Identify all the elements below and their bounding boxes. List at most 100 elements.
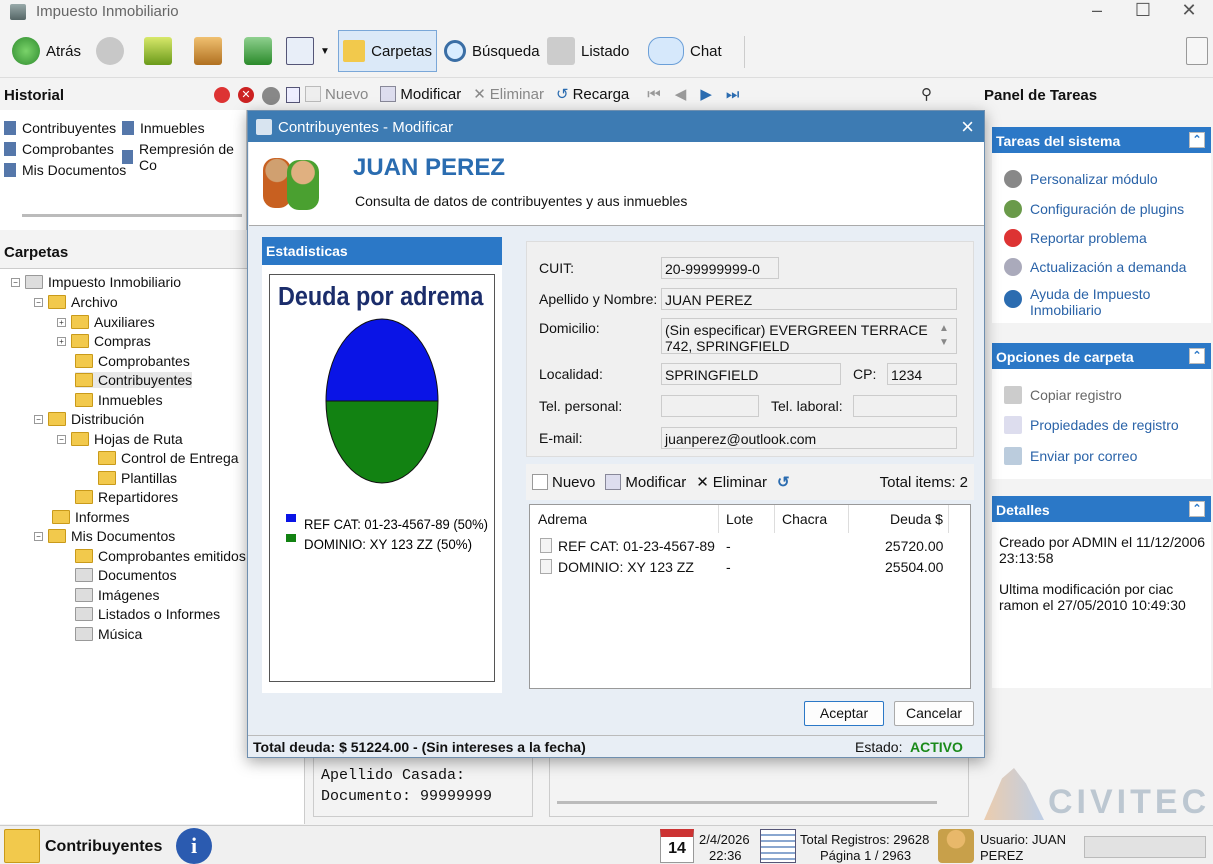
search-button[interactable]: Búsqueda xyxy=(440,30,544,72)
list-button[interactable]: Listado xyxy=(543,30,633,72)
view-menu-button[interactable]: ▼ xyxy=(282,30,334,72)
tree-node[interactable]: Inmuebles xyxy=(75,392,163,408)
new-property-button[interactable]: Nuevo xyxy=(532,474,595,491)
back-button[interactable]: Atrás xyxy=(8,30,85,72)
collapse-icon[interactable]: ⌃ xyxy=(1189,132,1205,148)
remove-icon[interactable] xyxy=(214,87,230,103)
task-report-problem[interactable]: Reportar problema xyxy=(1004,229,1147,247)
history-item[interactable]: Inmuebles xyxy=(122,120,205,136)
tree-node[interactable]: Comprobantes emitidos xyxy=(75,548,246,564)
tree-node[interactable]: + Auxiliares xyxy=(57,314,155,330)
cuit-field[interactable]: 20-99999999-0 xyxy=(661,257,779,279)
tree-node[interactable]: Listados o Informes xyxy=(75,606,220,622)
folder-options-header[interactable]: Opciones de carpeta ⌃ xyxy=(992,343,1211,369)
info-icon[interactable]: i xyxy=(176,828,212,864)
tree-node[interactable]: − Archivo xyxy=(34,294,118,310)
up-button[interactable] xyxy=(140,30,176,72)
last-page-icon[interactable]: ⏭ xyxy=(726,86,740,103)
col-header-deuda[interactable]: Deuda $ xyxy=(890,511,943,527)
tree-node[interactable]: Control de Entrega xyxy=(98,450,239,466)
name-field[interactable]: JUAN PEREZ xyxy=(661,288,957,310)
minimize-button[interactable]: – xyxy=(1074,0,1120,22)
history-item[interactable]: Rempresión de Co xyxy=(122,141,246,173)
details-header[interactable]: Detalles ⌃ xyxy=(992,496,1211,522)
gear-icon[interactable] xyxy=(262,87,280,105)
folders-button[interactable]: Carpetas xyxy=(338,30,437,72)
tel-laboral-field[interactable] xyxy=(853,395,957,417)
title-bar: Impuesto Inmobiliario – ☐ ✕ xyxy=(0,0,1213,24)
table-row[interactable]: REF CAT: 01-23-4567-89 - 25720.00 xyxy=(530,535,970,555)
home-button[interactable] xyxy=(190,30,226,72)
delete-property-button[interactable]: ✕ Eliminar xyxy=(696,473,767,492)
history-scrollbar[interactable] xyxy=(22,214,242,217)
task-plugin-config[interactable]: Configuración de plugins xyxy=(1004,200,1184,218)
address-field[interactable]: (Sin especificar) EVERGREEN TERRACE 742,… xyxy=(661,318,957,354)
tree-node[interactable]: Informes xyxy=(52,509,129,525)
add-note-button[interactable] xyxy=(1182,30,1212,72)
tree-node[interactable]: Comprobantes xyxy=(75,353,190,369)
tree-node[interactable]: Repartidores xyxy=(75,489,178,505)
historial-panel: Contribuyentes Inmuebles Comprobantes Re… xyxy=(0,110,247,230)
cancel-button[interactable]: Cancelar xyxy=(894,701,974,726)
next-page-icon[interactable]: ▶ xyxy=(700,85,712,103)
close-window-button[interactable]: ✕ xyxy=(1166,0,1212,22)
new-record-button[interactable]: Nuevo xyxy=(305,86,368,103)
collapse-icon[interactable]: ⌃ xyxy=(1189,348,1205,364)
update-icon xyxy=(1004,258,1022,276)
tree-node[interactable]: Música xyxy=(75,626,142,642)
binoculars-icon[interactable]: ⚲ xyxy=(921,85,932,103)
tree-node[interactable]: − Distribución xyxy=(34,411,144,427)
email-field[interactable]: juanperez@outlook.com xyxy=(661,427,957,449)
reload-properties-button[interactable]: ↺ xyxy=(777,473,790,491)
detail-scrollbar[interactable] xyxy=(557,801,937,804)
forward-button[interactable] xyxy=(92,30,128,72)
folder-icon xyxy=(98,471,116,485)
history-item[interactable]: Comprobantes xyxy=(4,141,114,157)
col-header-chacra[interactable]: Chacra xyxy=(782,511,827,527)
tel-personal-field[interactable] xyxy=(661,395,759,417)
task-send-mail[interactable]: Enviar por correo xyxy=(1004,447,1137,465)
tree-node-selected[interactable]: Contribuyentes xyxy=(75,372,193,388)
music-icon xyxy=(75,627,93,641)
tree-node[interactable]: − Hojas de Ruta xyxy=(57,431,183,447)
modified-info: Ultima modificación por ciac ramon el 27… xyxy=(999,581,1186,613)
pin-icon[interactable] xyxy=(286,87,300,103)
edit-icon xyxy=(605,474,622,490)
tree-node[interactable]: Imágenes xyxy=(75,587,159,603)
dialog-close-button[interactable]: × xyxy=(961,114,974,140)
history-item[interactable]: Contribuyentes xyxy=(4,120,116,136)
first-page-icon[interactable]: ⏮ xyxy=(647,86,661,103)
tree-node[interactable]: Plantillas xyxy=(98,470,177,486)
chat-button[interactable]: Chat xyxy=(644,30,726,72)
tree-node[interactable]: Documentos xyxy=(75,567,177,583)
mail-icon xyxy=(1004,447,1022,465)
prev-page-icon[interactable]: ◀ xyxy=(675,85,687,103)
clear-icon[interactable]: ✕ xyxy=(238,87,254,103)
refresh-button[interactable] xyxy=(240,30,276,72)
new-icon xyxy=(305,86,321,102)
tree-node-root[interactable]: − Impuesto Inmobiliario xyxy=(11,274,181,290)
task-copy-record[interactable]: Copiar registro xyxy=(1004,386,1122,404)
tree-node[interactable]: + Compras xyxy=(57,333,151,349)
cp-field[interactable]: 1234 xyxy=(887,363,957,385)
col-header-adrema[interactable]: Adrema xyxy=(538,511,587,527)
delete-record-button[interactable]: ✕ Eliminar xyxy=(473,85,544,104)
task-record-properties[interactable]: Propiedades de registro xyxy=(1004,416,1179,434)
reload-button[interactable]: ↺ Recarga xyxy=(556,85,629,104)
task-customize-module[interactable]: Personalizar módulo xyxy=(1004,170,1158,188)
maximize-button[interactable]: ☐ xyxy=(1120,0,1166,22)
accept-button[interactable]: Aceptar xyxy=(804,701,884,726)
col-header-lote[interactable]: Lote xyxy=(726,511,753,527)
history-item[interactable]: Mis Documentos xyxy=(4,162,126,178)
historial-title: Historial xyxy=(4,87,65,104)
address-scroll[interactable]: ▲ ▼ xyxy=(939,322,949,350)
collapse-icon[interactable]: ⌃ xyxy=(1189,501,1205,517)
table-row[interactable]: DOMINIO: XY 123 ZZ - 25504.00 xyxy=(530,556,970,576)
task-help[interactable]: Ayuda de Impuesto Inmobiliario xyxy=(1004,286,1204,318)
system-tasks-header[interactable]: Tareas del sistema ⌃ xyxy=(992,127,1211,153)
task-update[interactable]: Actualización a demanda xyxy=(1004,258,1186,276)
edit-record-button[interactable]: Modificar xyxy=(380,86,461,103)
tree-node[interactable]: − Mis Documentos xyxy=(34,528,175,544)
edit-property-button[interactable]: Modificar xyxy=(605,474,686,491)
city-field[interactable]: SPRINGFIELD xyxy=(661,363,841,385)
